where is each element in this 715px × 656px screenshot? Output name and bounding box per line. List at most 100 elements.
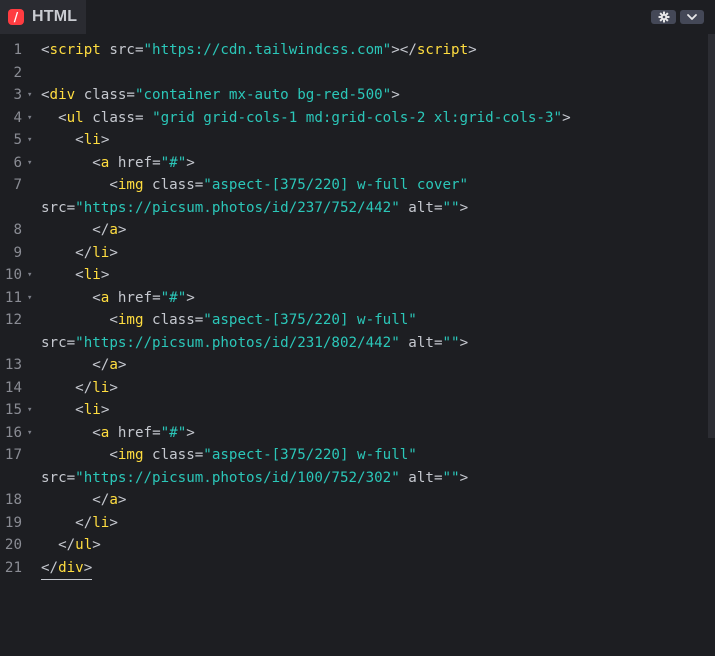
- code-token: "grid grid-cols-1 md:grid-cols-2 xl:grid…: [152, 109, 563, 126]
- fold-toggle-icon[interactable]: ▾: [27, 399, 32, 422]
- line-number: 8: [13, 222, 22, 238]
- line-number: 7: [13, 177, 22, 193]
- fold-toggle-icon[interactable]: ▾: [27, 422, 32, 445]
- code-token: >: [186, 289, 195, 306]
- code-token: <: [41, 132, 84, 148]
- code-token: href: [109, 424, 153, 441]
- code-line[interactable]: 3 ▾ <div class="container mx-auto bg-red-5…: [0, 84, 715, 107]
- collapse-button[interactable]: [680, 10, 704, 24]
- fold-toggle-icon[interactable]: ▾: [27, 107, 32, 130]
- code-token: img: [117, 177, 144, 193]
- fold-toggle-icon[interactable]: ▾: [27, 264, 32, 287]
- code-line[interactable]: 5 ▾ <li>: [0, 129, 715, 152]
- line-number: 3: [13, 87, 22, 103]
- fold-toggle-icon[interactable]: ▾: [27, 152, 32, 175]
- editor-title: HTML: [32, 8, 78, 25]
- code-text: </li>: [41, 512, 118, 535]
- code-line[interactable]: 1 <script src="https://cdn.tailwindcss.co…: [0, 39, 715, 62]
- code-token: "#": [160, 289, 187, 306]
- code-text: <li>: [41, 264, 109, 287]
- code-text: src="https://picsum.photos/id/237/752/44…: [41, 197, 468, 220]
- code-line[interactable]: src="https://picsum.photos/id/231/802/44…: [0, 332, 715, 355]
- code-token: >: [459, 469, 469, 486]
- code-token: class: [143, 312, 195, 328]
- code-token: </: [41, 244, 93, 261]
- code-line[interactable]: src="https://picsum.photos/id/100/752/30…: [0, 467, 715, 490]
- html-editor-panel: / HTML 1 <script src="https://cdn.tailwi…: [0, 0, 715, 656]
- code-text: <a href="#">: [41, 422, 195, 445]
- line-number: 1: [13, 42, 22, 58]
- code-token: <: [41, 109, 67, 126]
- code-token: class: [143, 177, 195, 193]
- code-token: >: [109, 379, 118, 396]
- code-token: <: [41, 447, 118, 463]
- fold-toggle-icon[interactable]: ▾: [27, 129, 32, 152]
- code-line[interactable]: 9 </li>: [0, 242, 715, 265]
- code-line[interactable]: 4 ▾ <ul class= "grid grid-cols-1 md:grid-…: [0, 107, 715, 130]
- line-number: 13: [4, 357, 22, 373]
- code-token: div: [58, 559, 84, 576]
- code-text: </ul>: [41, 534, 101, 557]
- tab-html[interactable]: / HTML: [0, 0, 86, 34]
- settings-button[interactable]: [651, 10, 676, 24]
- code-token: =: [66, 469, 76, 486]
- code-token: li: [83, 132, 101, 148]
- code-text: <li>: [41, 129, 109, 152]
- code-token: script: [416, 42, 469, 58]
- code-token: <: [41, 42, 50, 58]
- code-line[interactable]: 19 </li>: [0, 512, 715, 535]
- code-line[interactable]: 12 <img class="aspect-[375/220] w-full": [0, 309, 715, 332]
- code-token: li: [83, 402, 101, 418]
- code-line[interactable]: 18 </a>: [0, 489, 715, 512]
- code-line[interactable]: 11 ▾ <a href="#">: [0, 287, 715, 310]
- gear-icon: [658, 11, 669, 23]
- code-token: div: [49, 87, 76, 103]
- code-text: </li>: [41, 377, 118, 400]
- code-token: =: [134, 42, 144, 58]
- code-token: >: [92, 537, 101, 553]
- code-token: =: [194, 312, 204, 328]
- code-token: li: [92, 514, 110, 531]
- code-token: li: [92, 244, 110, 261]
- fold-toggle-icon[interactable]: ▾: [27, 287, 32, 310]
- code-line[interactable]: 17 <img class="aspect-[375/220] w-full": [0, 444, 715, 467]
- editor-scrollbar[interactable]: [708, 34, 715, 438]
- code-line[interactable]: src="https://picsum.photos/id/237/752/44…: [0, 197, 715, 220]
- line-number: 2: [13, 64, 22, 81]
- fold-toggle-icon[interactable]: ▾: [27, 84, 32, 107]
- code-line[interactable]: 7 <img class="aspect-[375/220] w-full co…: [0, 174, 715, 197]
- code-token: src: [41, 469, 67, 486]
- code-token: img: [117, 312, 144, 328]
- line-number: 14: [4, 379, 22, 396]
- code-line[interactable]: 15 ▾ <li>: [0, 399, 715, 422]
- code-token: "https://picsum.photos/id/100/752/302": [75, 469, 400, 486]
- code-line[interactable]: 16 ▾ <a href="#">: [0, 422, 715, 445]
- line-number: 10: [4, 267, 22, 283]
- code-line[interactable]: 14 </li>: [0, 377, 715, 400]
- code-token: script: [49, 42, 101, 58]
- code-line[interactable]: 20 </ul>: [0, 534, 715, 557]
- code-token: a: [109, 492, 118, 508]
- code-token: >: [186, 154, 195, 171]
- code-token: >: [459, 199, 469, 216]
- code-token: class: [143, 447, 195, 463]
- code-line[interactable]: 8 </a>: [0, 219, 715, 242]
- code-token: =: [66, 334, 76, 351]
- code-token: <: [41, 87, 50, 103]
- code-token: >: [109, 244, 118, 261]
- code-token: >: [391, 87, 400, 103]
- code-line[interactable]: 10 ▾ <li>: [0, 264, 715, 287]
- code-line[interactable]: 13 </a>: [0, 354, 715, 377]
- code-line[interactable]: 6 ▾ <a href="#">: [0, 152, 715, 175]
- code-token: "https://cdn.tailwindcss.com": [143, 42, 392, 58]
- code-token: "aspect-[375/220] w-full": [203, 447, 417, 463]
- code-token: li: [92, 379, 110, 396]
- line-number: 21: [4, 559, 22, 576]
- code-token: img: [117, 447, 144, 463]
- code-text: <a href="#">: [41, 287, 195, 310]
- code-line[interactable]: 2: [0, 62, 715, 85]
- code-line[interactable]: 21 </div>: [0, 557, 715, 580]
- code-token: <: [41, 402, 84, 418]
- code-text: <img class="aspect-[375/220] w-full": [41, 309, 417, 332]
- code-token: "https://picsum.photos/id/237/752/442": [75, 199, 400, 216]
